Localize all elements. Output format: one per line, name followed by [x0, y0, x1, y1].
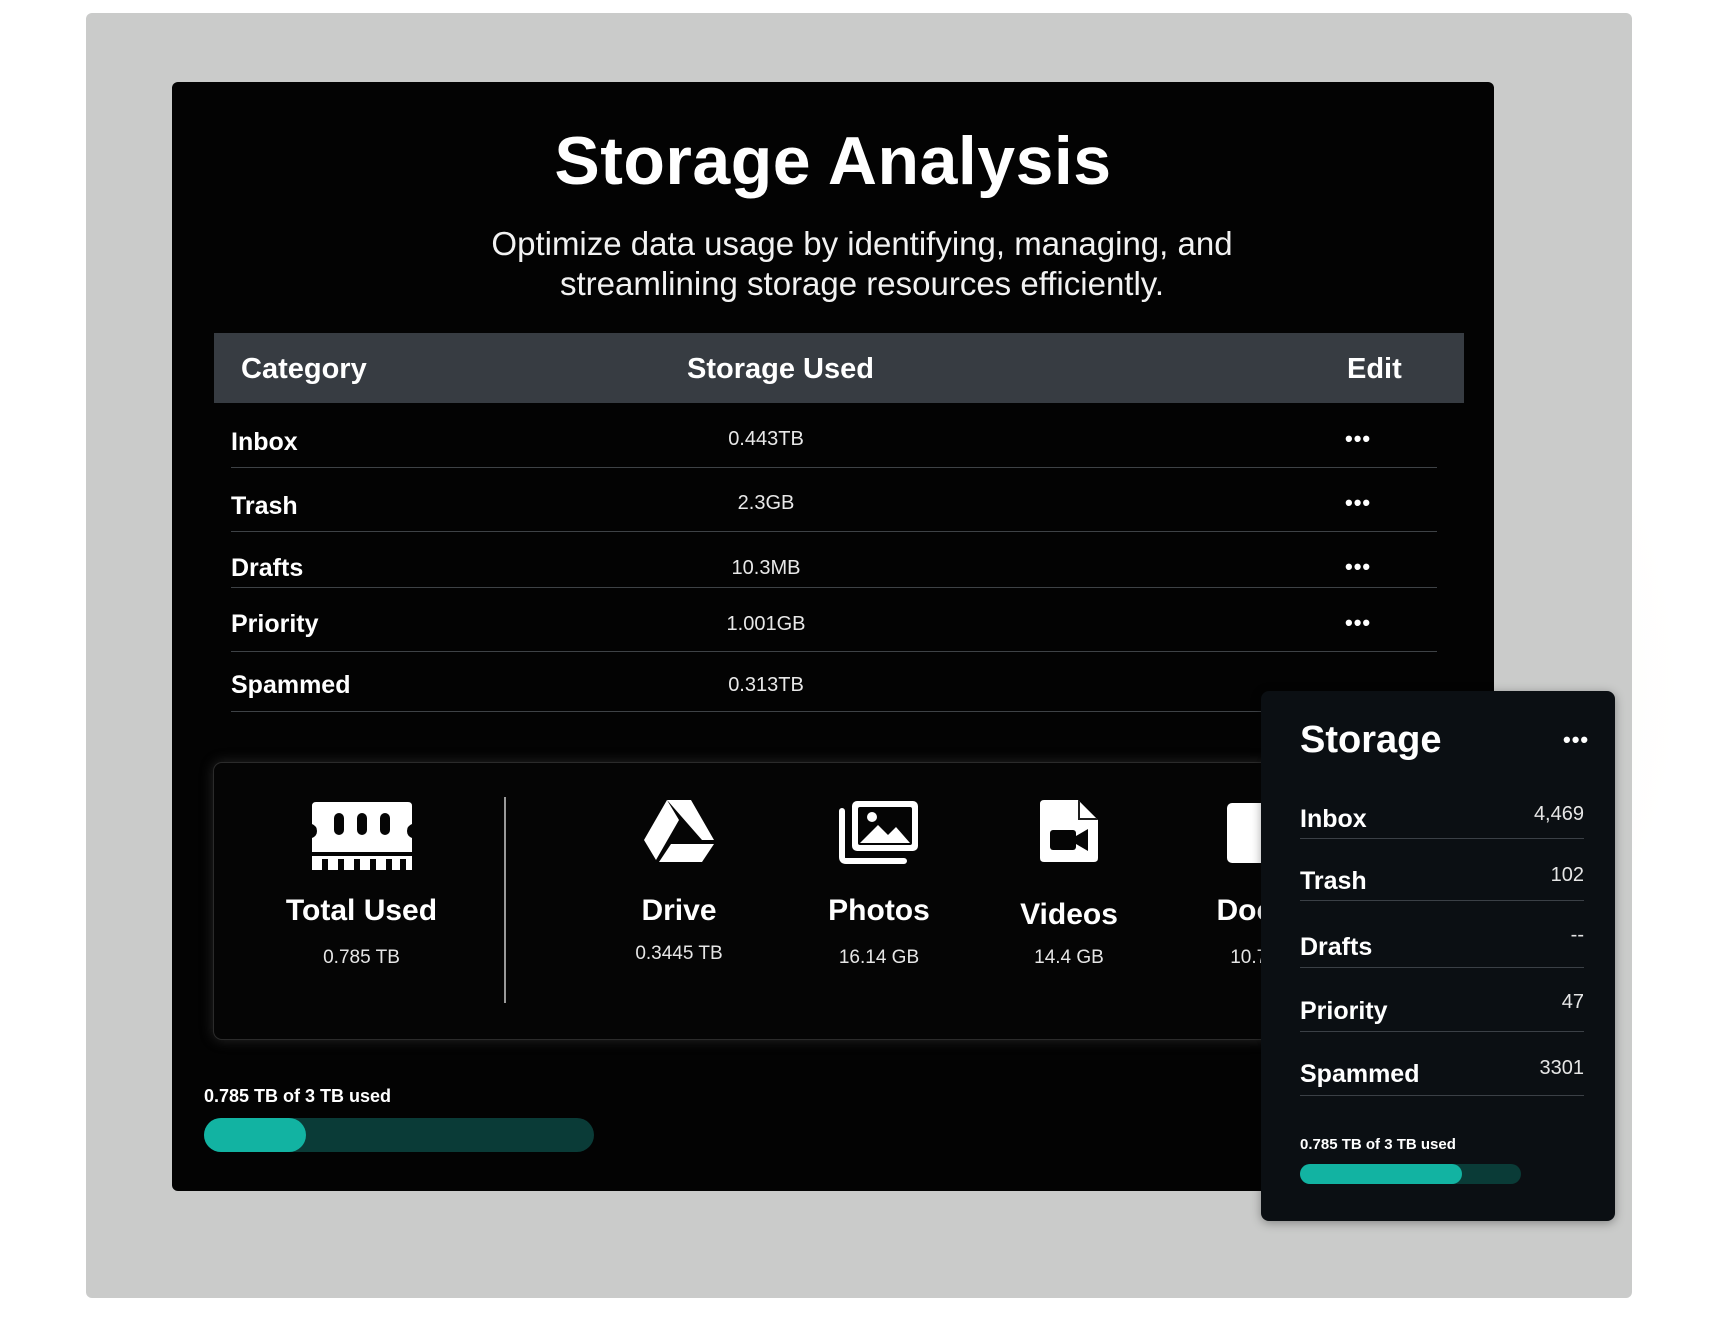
- row-storage-used: 1.001GB: [726, 613, 806, 635]
- row-edit-menu-icon[interactable]: •••: [1345, 426, 1371, 452]
- widget-row-label: Spammed: [1300, 1060, 1420, 1088]
- video-file-icon: [1040, 800, 1098, 862]
- column-header-edit: Edit: [1347, 353, 1402, 385]
- widget-row[interactable]: Trash 102: [1300, 851, 1584, 901]
- page-subtitle: Optimize data usage by identifying, mana…: [432, 224, 1292, 304]
- row-category: Inbox: [231, 428, 298, 456]
- widget-title: Storage: [1300, 719, 1442, 761]
- photos-icon: [839, 801, 918, 864]
- row-edit-menu-icon[interactable]: •••: [1345, 554, 1371, 580]
- storage-summary-cards: Total Used 0.785 TB Drive 0.3445 TB Phot…: [214, 763, 1344, 1039]
- total-used-label: Total Used: [285, 894, 438, 927]
- table-row[interactable]: Spammed 0.313TB: [231, 652, 1437, 712]
- row-storage-used: 0.443TB: [728, 428, 804, 450]
- widget-menu-icon[interactable]: •••: [1563, 727, 1589, 753]
- drive-amount: 0.3445 TB: [635, 943, 723, 964]
- usage-label: 0.785 TB of 3 TB used: [204, 1086, 392, 1106]
- total-used-amount: 0.785 TB: [323, 947, 400, 968]
- widget-usage-label: 0.785 TB of 3 TB used: [1300, 1136, 1456, 1153]
- row-edit-menu-icon[interactable]: •••: [1345, 610, 1371, 636]
- column-header-storage-used: Storage Used: [687, 353, 874, 385]
- photos-label: Photos: [828, 894, 930, 927]
- table-header: Category Storage Used Edit: [214, 333, 1464, 403]
- widget-usage-progress-fill: [1300, 1164, 1463, 1184]
- row-category: Priority: [231, 610, 319, 638]
- row-storage-used: 10.3MB: [731, 557, 801, 579]
- row-edit-menu-icon[interactable]: •••: [1345, 490, 1371, 516]
- widget-row[interactable]: Spammed 3301: [1300, 1041, 1584, 1096]
- usage-progress-bar: [204, 1118, 594, 1152]
- videos-amount: 14.4 GB: [1034, 947, 1104, 968]
- widget-row-label: Drafts: [1300, 933, 1373, 961]
- row-category: Spammed: [231, 671, 351, 699]
- row-storage-used: 0.313TB: [728, 674, 804, 696]
- widget-row-value: 3301: [1539, 1057, 1585, 1079]
- row-category: Trash: [231, 492, 298, 520]
- subtitle-line-1: Optimize data usage by identifying, mana…: [491, 225, 1233, 262]
- storage-widget: Storage ••• Inbox 4,469 Trash 102 Drafts…: [1261, 691, 1615, 1221]
- widget-row-label: Priority: [1300, 997, 1388, 1025]
- widget-row-label: Trash: [1300, 867, 1367, 895]
- row-storage-used: 2.3GB: [737, 492, 795, 514]
- table-row[interactable]: Priority 1.001GB •••: [231, 588, 1437, 652]
- widget-row-label: Inbox: [1300, 805, 1367, 833]
- table-row[interactable]: Inbox 0.443TB •••: [231, 404, 1437, 468]
- widget-row[interactable]: Priority 47: [1300, 977, 1584, 1032]
- column-header-category: Category: [241, 353, 367, 385]
- widget-row[interactable]: Drafts --: [1300, 915, 1584, 968]
- drive-card[interactable]: Drive 0.3445 TB: [604, 763, 754, 1039]
- widget-row-value: 102: [1550, 864, 1584, 886]
- page-title: Storage Analysis: [554, 123, 1112, 199]
- widget-row-value: 4,469: [1533, 803, 1584, 825]
- widget-row[interactable]: Inbox 4,469: [1300, 797, 1584, 839]
- photos-amount: 16.14 GB: [838, 947, 920, 968]
- usage-progress-fill: [204, 1118, 307, 1152]
- row-category: Drafts: [231, 554, 304, 582]
- drive-icon: [644, 800, 714, 862]
- table-row[interactable]: Trash 2.3GB •••: [231, 468, 1437, 532]
- widget-row-value: 47: [1561, 991, 1584, 1013]
- widget-row-value: --: [1570, 924, 1584, 946]
- memory-icon: [311, 802, 412, 870]
- drive-label: Drive: [641, 894, 717, 927]
- card-divider: [504, 797, 506, 1003]
- widget-usage-progress-bar: [1300, 1164, 1521, 1184]
- total-used-card[interactable]: Total Used 0.785 TB: [269, 763, 454, 1039]
- subtitle-line-2: streamlining storage resources efficient…: [559, 265, 1165, 302]
- table-row[interactable]: Drafts 10.3MB •••: [231, 532, 1437, 588]
- videos-card[interactable]: Videos 14.4 GB: [994, 763, 1144, 1039]
- videos-label: Videos: [1020, 898, 1118, 931]
- photos-card[interactable]: Photos 16.14 GB: [804, 763, 954, 1039]
